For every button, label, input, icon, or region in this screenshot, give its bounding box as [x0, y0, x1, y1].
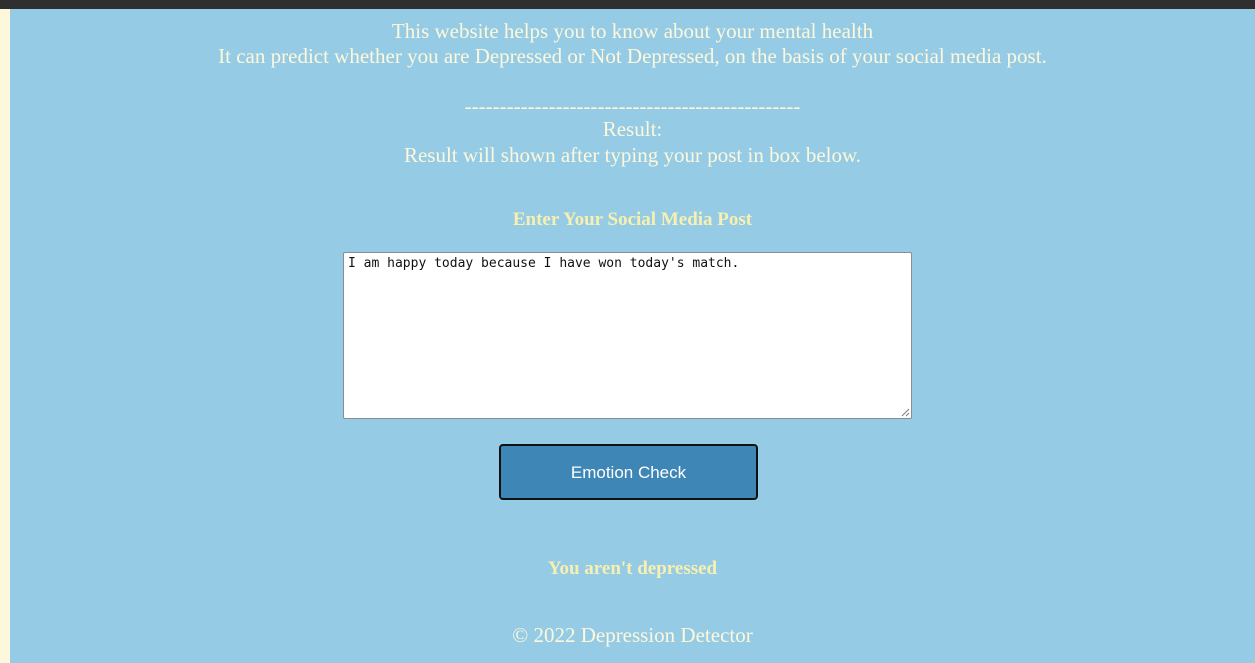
emotion-check-button[interactable]: Emotion Check: [499, 444, 758, 500]
result-label: Result:: [602, 117, 663, 141]
verdict-text: You aren't depressed: [547, 558, 718, 579]
result-hint: Result will shown after typing your post…: [403, 143, 862, 167]
intro-line-2: It can predict whether you are Depressed…: [218, 44, 1047, 68]
resize-grip-icon[interactable]: [900, 407, 910, 417]
section-divider: ----------------------------------------…: [464, 94, 801, 118]
post-textarea[interactable]: [343, 252, 912, 419]
intro-line-1: This website helps you to know about you…: [391, 19, 874, 43]
footer-copyright: © 2022 Depression Detector: [512, 623, 753, 647]
main-panel: This website helps you to know about you…: [10, 9, 1255, 663]
intro-text: This website helps you to know about you…: [10, 19, 1255, 69]
top-bar: [0, 0, 1255, 9]
post-heading: Enter Your Social Media Post: [512, 209, 753, 230]
